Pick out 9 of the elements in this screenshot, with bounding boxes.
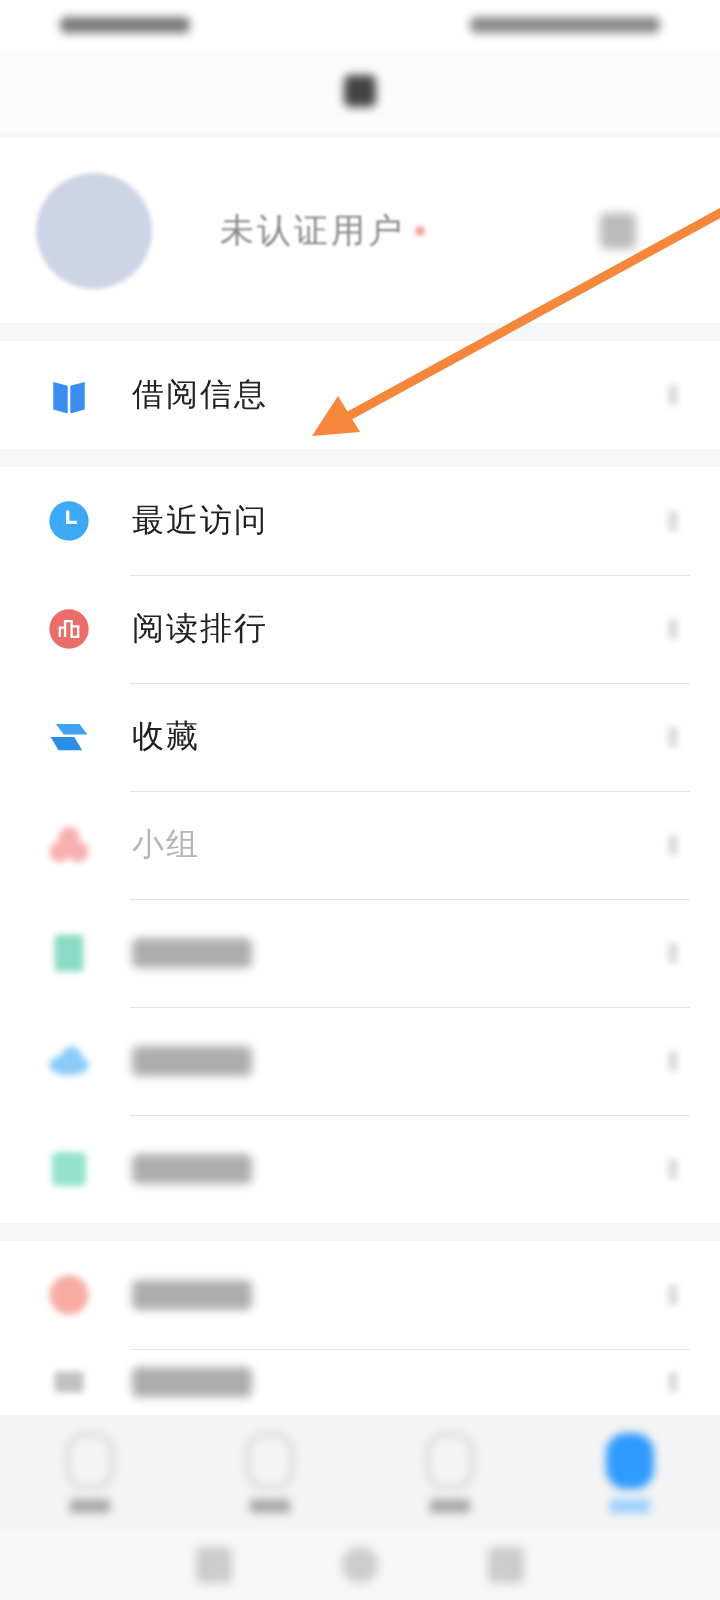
- menu-item[interactable]: 阅读排行: [0, 575, 720, 683]
- menu-item[interactable]: 最近访问: [0, 467, 720, 575]
- circle-icon: [48, 1274, 90, 1316]
- clock-icon: [48, 500, 90, 542]
- notification-dot: [415, 225, 425, 236]
- menu-item[interactable]: 收藏: [0, 683, 720, 791]
- menu-item[interactable]: 借阅信息: [0, 341, 720, 449]
- bar-chart-icon: [48, 608, 90, 650]
- qr-code-icon[interactable]: [600, 212, 636, 249]
